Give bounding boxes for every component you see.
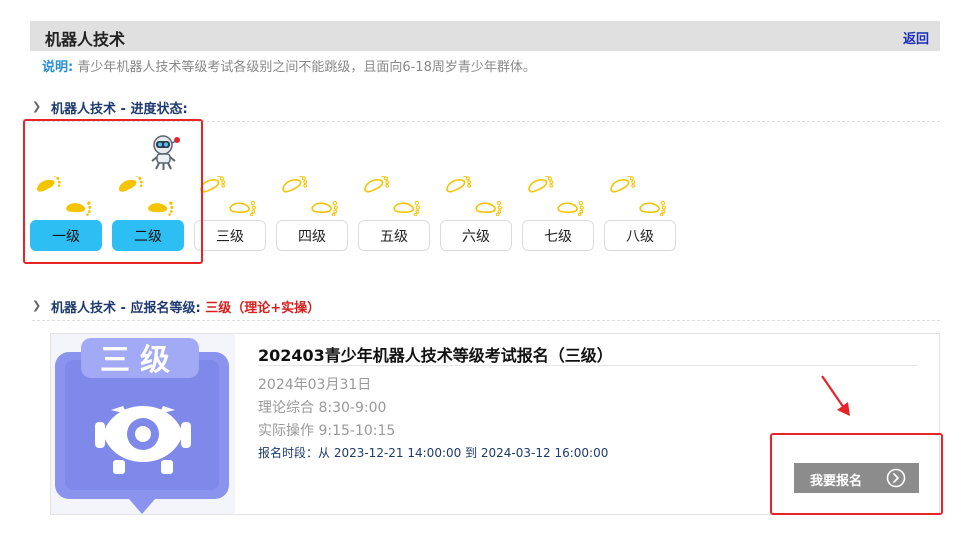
note-label: 说明: <box>42 60 74 75</box>
level-step-7: 七级 <box>522 172 594 254</box>
annotation-arrow-icon <box>821 375 850 416</box>
chevron-right-icon: ❯ <box>32 100 42 113</box>
annotation-box-signup <box>770 433 943 515</box>
exam-date: 2024年03月31日 <box>258 377 372 393</box>
exam-title: 202403青少年机器人技术等级考试报名（三级） <box>258 342 918 366</box>
exam-practice-time: 实际操作 9:15-10:15 <box>258 423 396 439</box>
level-step-3: 三级 <box>194 172 266 254</box>
level-button-5[interactable]: 五级 <box>358 220 430 251</box>
footprint-icon <box>528 176 584 216</box>
page-title: 机器人技术 <box>45 30 126 49</box>
page-header: 机器人技术 返回 <box>30 21 940 51</box>
level-step-6: 六级 <box>440 172 512 254</box>
level-button-4[interactable]: 四级 <box>276 220 348 251</box>
exam-theory-time: 理论综合 8:30-9:00 <box>258 400 387 416</box>
apply-section-header: ❯ 机器人技术 - 应报名等级: 三级（理论+实操） <box>32 293 940 321</box>
apply-level-text: 三级（理论+实操） <box>205 301 321 316</box>
back-link[interactable]: 返回 <box>903 28 929 47</box>
registration-period: 报名时段：从 2023-12-21 14:00:00 到 2024-03-12 … <box>258 446 609 460</box>
level-step-4: 四级 <box>276 172 348 254</box>
note: 说明: 青少年机器人技术等级考试各级别之间不能跳级，且面向6-18周岁青少年群体… <box>42 56 536 75</box>
progress-section-title: 机器人技术 - 进度状态: <box>51 102 188 117</box>
level-badge: 三级 <box>51 334 235 514</box>
note-text: 青少年机器人技术等级考试各级别之间不能跳级，且面向6-18周岁青少年群体。 <box>77 60 536 75</box>
level-button-8[interactable]: 八级 <box>604 220 676 251</box>
footprint-icon <box>610 176 666 216</box>
badge-level-text: 三级 <box>100 343 180 378</box>
footprint-icon <box>446 176 502 216</box>
level-step-8: 八级 <box>604 172 676 254</box>
footprint-icon <box>200 176 256 216</box>
level-button-3[interactable]: 三级 <box>194 220 266 251</box>
progress-section-header: ❯ 机器人技术 - 进度状态: <box>32 94 940 122</box>
annotation-box-progress <box>23 119 203 264</box>
level-step-5: 五级 <box>358 172 430 254</box>
footprint-icon <box>364 176 420 216</box>
apply-section-title: 机器人技术 - 应报名等级: 三级（理论+实操） <box>51 301 321 316</box>
footprint-icon <box>282 176 338 216</box>
chevron-right-icon: ❯ <box>32 299 42 312</box>
level-button-7[interactable]: 七级 <box>522 220 594 251</box>
level-button-6[interactable]: 六级 <box>440 220 512 251</box>
